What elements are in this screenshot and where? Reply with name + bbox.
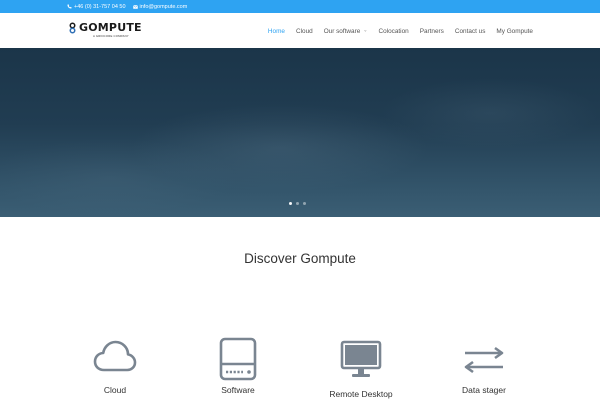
nav-item-my-gompute[interactable]: My Gompute bbox=[496, 28, 533, 35]
feature-data-stager[interactable]: Data stager bbox=[434, 338, 534, 395]
hero-slider bbox=[0, 48, 600, 217]
feature-cloud[interactable]: Cloud bbox=[65, 338, 165, 395]
logo-subtext: A Gridcore company bbox=[93, 34, 129, 38]
top-bar: +46 (0) 31-757 04 50 info@gompute.com bbox=[0, 0, 600, 13]
feature-software[interactable]: Software bbox=[188, 337, 288, 395]
logo-text: GOMPUTE bbox=[79, 21, 142, 34]
section-title: Discover Gompute bbox=[244, 251, 356, 266]
phone-number: +46 (0) 31-757 04 50 bbox=[74, 3, 126, 10]
nav-item-cloud[interactable]: Cloud bbox=[296, 28, 313, 35]
envelope-icon bbox=[132, 4, 138, 9]
logo-mark-icon bbox=[69, 22, 76, 34]
slider-pagination bbox=[289, 202, 306, 205]
phone-contact[interactable]: +46 (0) 31-757 04 50 bbox=[67, 4, 126, 10]
slider-dot-2[interactable] bbox=[296, 202, 299, 205]
email-contact[interactable]: info@gompute.com bbox=[132, 3, 188, 10]
feature-list: Cloud Software Remote Desktop Data stage… bbox=[0, 337, 600, 400]
site-header: GOMPUTE A Gridcore company Home Cloud Ou… bbox=[0, 13, 600, 48]
feature-label: Remote Desktop bbox=[329, 389, 393, 399]
chevron-down-icon: ⌄ bbox=[363, 27, 368, 33]
nav-item-colocation[interactable]: Colocation bbox=[378, 28, 408, 35]
transfer-arrows-icon bbox=[464, 346, 504, 374]
feature-label: Data stager bbox=[462, 385, 506, 395]
cloud-icon bbox=[93, 340, 137, 372]
email-address: info@gompute.com bbox=[139, 3, 188, 10]
hero-cloud-texture bbox=[380, 78, 600, 148]
hard-drive-icon bbox=[219, 337, 257, 381]
slider-dot-1[interactable] bbox=[289, 202, 292, 205]
main-nav: Home Cloud Our software ⌄ Colocation Par… bbox=[268, 26, 533, 36]
logo[interactable]: GOMPUTE A Gridcore company bbox=[67, 22, 142, 40]
hero-cloud-texture bbox=[0, 138, 240, 217]
nav-item-home[interactable]: Home bbox=[268, 28, 285, 35]
nav-item-contact-us[interactable]: Contact us bbox=[455, 28, 486, 35]
feature-label: Cloud bbox=[103, 385, 127, 395]
feature-remote-desktop[interactable]: Remote Desktop bbox=[311, 338, 411, 399]
phone-icon bbox=[67, 4, 72, 9]
monitor-icon bbox=[340, 340, 382, 377]
nav-item-our-software[interactable]: Our software ⌄ bbox=[324, 28, 368, 35]
feature-label: Software bbox=[221, 385, 255, 395]
nav-item-partners[interactable]: Partners bbox=[420, 28, 444, 35]
slider-dot-3[interactable] bbox=[303, 202, 306, 205]
